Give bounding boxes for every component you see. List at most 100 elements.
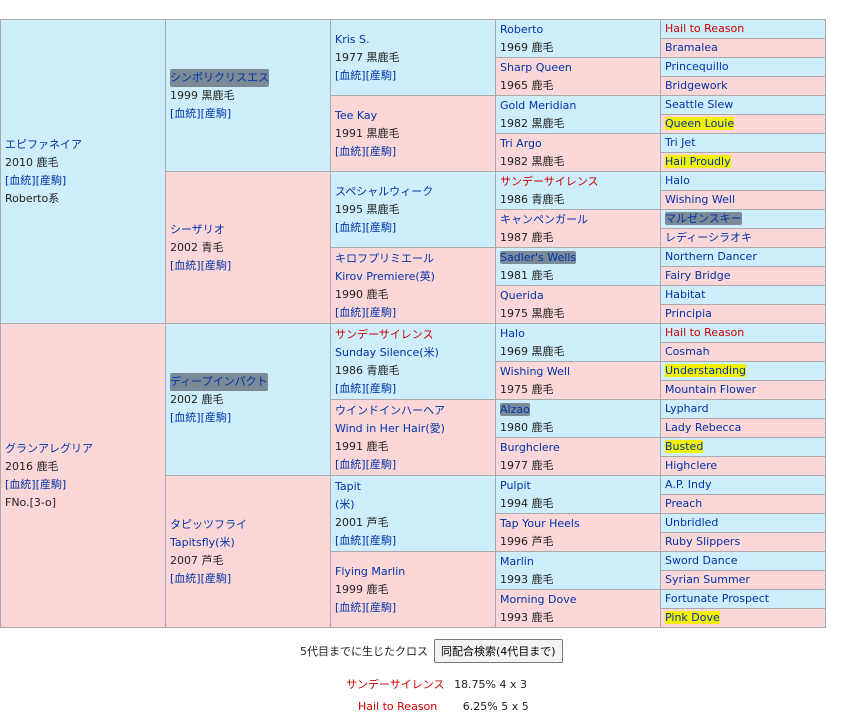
horse-name-link[interactable]: タピッツフライ — [170, 516, 326, 534]
horse-name-link[interactable]: シーザリオ — [170, 221, 326, 239]
gen5-cell: Halo — [660, 171, 826, 191]
horse-name-link[interactable]: Pulpit — [500, 479, 531, 492]
horse-name-link[interactable]: Mountain Flower — [665, 383, 756, 396]
horse-name-link[interactable]: Sharp Queen — [500, 61, 572, 74]
horse-name-link[interactable]: Fairy Bridge — [665, 269, 731, 282]
birth-year-color: 1980 鹿毛 — [500, 420, 554, 434]
horse-name-link[interactable]: Flying Marlin — [335, 563, 491, 581]
pedigree-offspring-links[interactable]: [血統][産駒] — [335, 67, 491, 85]
horse-name-link[interactable]: Busted — [665, 440, 704, 453]
horse-name-link[interactable]: Habitat — [665, 288, 705, 301]
gen5-cell: Bridgework — [660, 76, 826, 96]
cross-horse-link[interactable]: サンデーサイレンス — [346, 678, 445, 691]
birth-year-color: 1981 鹿毛 — [500, 268, 554, 282]
horse-name-link[interactable]: キャンペンガール — [500, 213, 588, 226]
horse-name-link[interactable]: ウインドインハーヘア — [335, 402, 491, 420]
pedigree-offspring-links[interactable]: [血統][産駒] — [5, 172, 161, 190]
horse-name-link[interactable]: Alzao — [500, 402, 530, 416]
pedigree-offspring-links[interactable]: [血統][産駒] — [170, 409, 326, 427]
horse-name-link[interactable]: Princequillo — [665, 60, 729, 73]
horse-name-link[interactable]: Tee Kay — [335, 107, 491, 125]
horse-name-link[interactable]: Gold Meridian — [500, 99, 576, 112]
birth-year-color: 1991 鹿毛 — [335, 439, 389, 453]
horse-name-link[interactable]: Tri Jet — [665, 136, 696, 149]
pedigree-offspring-links[interactable]: [血統][産駒] — [335, 456, 491, 474]
horse-name-link[interactable]: キロフプリミエール — [335, 250, 491, 268]
horse-origin-name[interactable]: (米) — [335, 496, 491, 514]
pedigree-offspring-links[interactable]: [血統][産駒] — [170, 105, 326, 123]
horse-name-link[interactable]: Unbridled — [665, 516, 718, 529]
horse-name-link[interactable]: Kris S. — [335, 31, 491, 49]
horse-name-link[interactable]: Roberto — [500, 23, 543, 36]
horse-name-link[interactable]: Ruby Slippers — [665, 535, 740, 548]
horse-name-link[interactable]: グランアレグリア — [5, 440, 161, 458]
horse-name-link[interactable]: Principia — [665, 307, 712, 320]
horse-name-link[interactable]: Sadler's Wells — [500, 250, 577, 264]
horse-name-link[interactable]: エピファネイア — [5, 136, 161, 154]
horse-name-link[interactable]: Syrian Summer — [665, 573, 750, 586]
horse-name-link[interactable]: Preach — [665, 497, 702, 510]
horse-name-link[interactable]: Tapit — [335, 478, 491, 496]
gen5-cell: レディーシラオキ — [660, 228, 826, 248]
horse-origin-name[interactable]: Kirov Premiere(英) — [335, 268, 491, 286]
horse-name-link[interactable]: Wishing Well — [665, 193, 735, 206]
horse-name-link[interactable]: サンデーサイレンス — [500, 175, 599, 188]
horse-name-link[interactable]: Halo — [665, 174, 690, 187]
same-mating-search-button[interactable]: 同配合検索(4代目まで) — [434, 639, 563, 663]
horse-name-link[interactable]: Hail to Reason — [665, 22, 744, 35]
horse-name-link[interactable]: Hail to Reason — [665, 326, 744, 339]
horse-name-link[interactable]: Hail Proudly — [665, 155, 731, 168]
horse-origin-name[interactable]: Sunday Silence(米) — [335, 344, 491, 362]
pedigree-offspring-links[interactable]: [血統][産駒] — [335, 380, 491, 398]
horse-name-link[interactable]: Lady Rebecca — [665, 421, 741, 434]
pedigree-offspring-links[interactable]: [血統][産駒] — [335, 219, 491, 237]
gen5-cell: Wishing Well — [660, 190, 826, 210]
horse-name-link[interactable]: Bridgework — [665, 79, 727, 92]
horse-name-link[interactable]: Morning Dove — [500, 593, 577, 606]
horse-name-link[interactable]: Wishing Well — [500, 365, 570, 378]
horse-name-link[interactable]: Queen Louie — [665, 117, 735, 130]
horse-name-link[interactable]: Cosmah — [665, 345, 710, 358]
horse-name-link[interactable]: Seattle Slew — [665, 98, 733, 111]
pedigree-offspring-links[interactable]: [血統][産駒] — [170, 257, 326, 275]
pedigree-offspring-links[interactable]: [血統][産駒] — [335, 599, 491, 617]
horse-name-link[interactable]: Burghclere — [500, 441, 560, 454]
horse-name-link[interactable]: Tri Argo — [500, 137, 542, 150]
pedigree-offspring-links[interactable]: [血統][産駒] — [170, 570, 326, 588]
horse-name-link[interactable]: Highclere — [665, 459, 717, 472]
gen1-cell: グランアレグリア 2016 鹿毛 [血統][産駒] FNo.[3-o] — [0, 323, 166, 628]
horse-name-link[interactable]: Marlin — [500, 555, 534, 568]
cross-value: 6.25% 5 x 5 — [462, 700, 529, 713]
horse-name-link[interactable]: Understanding — [665, 364, 747, 377]
birth-year-color: 2010 鹿毛 — [5, 155, 59, 169]
horse-name-link[interactable]: Sword Dance — [665, 554, 738, 567]
horse-name-link[interactable]: サンデーサイレンス — [335, 326, 491, 344]
horse-name-link[interactable]: マルゼンスキー — [665, 212, 742, 225]
horse-name-link[interactable]: Halo — [500, 327, 525, 340]
horse-name-link[interactable]: Tap Your Heels — [500, 517, 580, 530]
horse-name-link[interactable]: レディーシラオキ — [665, 231, 752, 244]
gen4-cell: Tri Argo 1982 黒鹿毛 — [495, 133, 661, 172]
horse-origin-name[interactable]: Wind in Her Hair(愛) — [335, 420, 491, 438]
gen5-cell: Busted — [660, 437, 826, 457]
pedigree-offspring-links[interactable]: [血統][産駒] — [5, 476, 161, 494]
horse-name-link[interactable]: Lyphard — [665, 402, 709, 415]
birth-year-color: 1993 鹿毛 — [500, 610, 554, 624]
horse-name-link[interactable]: Bramalea — [665, 41, 718, 54]
horse-origin-name[interactable]: Tapitsfly(米) — [170, 534, 326, 552]
horse-name-link[interactable]: Pink Dove — [665, 611, 720, 624]
birth-year-color: 1975 鹿毛 — [500, 382, 554, 396]
pedigree-offspring-links[interactable]: [血統][産駒] — [335, 304, 491, 322]
cross-horse-link[interactable]: Hail to Reason — [358, 700, 437, 713]
horse-name-link[interactable]: スペシャルウィーク — [335, 183, 491, 201]
pedigree-offspring-links[interactable]: [血統][産駒] — [335, 532, 491, 550]
horse-name-link[interactable]: シンボリクリスエス — [170, 68, 269, 87]
gen3-cell: Tee Kay 1991 黒鹿毛 [血統][産駒] — [330, 95, 496, 172]
horse-name-link[interactable]: Querida — [500, 289, 544, 302]
horse-name-link[interactable]: A.P. Indy — [665, 478, 711, 491]
horse-name-link[interactable]: ディープインパクト — [170, 372, 268, 391]
horse-name-link[interactable]: Northern Dancer — [665, 250, 757, 263]
pedigree-offspring-links[interactable]: [血統][産駒] — [335, 143, 491, 161]
gen4-cell: キャンペンガール 1987 鹿毛 — [495, 209, 661, 248]
horse-name-link[interactable]: Fortunate Prospect — [665, 592, 769, 605]
